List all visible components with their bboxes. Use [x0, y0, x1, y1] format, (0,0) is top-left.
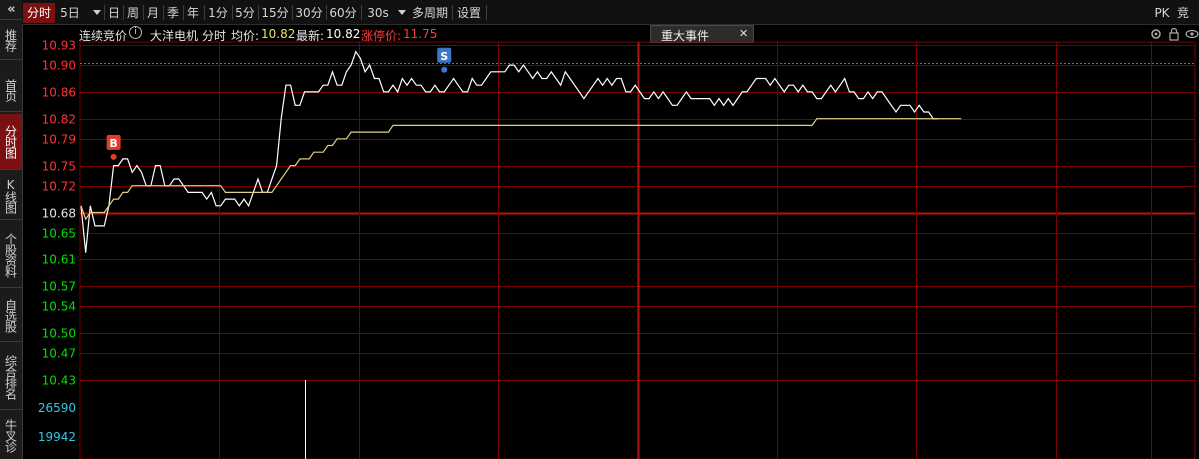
y-tick-label: 10.93 [42, 39, 76, 53]
y-tick-label: 10.79 [42, 133, 76, 147]
y-tick-label: 10.57 [42, 280, 76, 294]
y-tick-label: 10.82 [42, 113, 76, 127]
marker-label: B [109, 137, 117, 150]
y-tick-label: 10.75 [42, 160, 76, 174]
marker-dot [110, 153, 117, 160]
y-tick-label: 10.90 [42, 59, 76, 73]
y-tick-label: 10.50 [42, 327, 76, 341]
y-tick-label: 10.61 [42, 253, 76, 267]
volume-tick-label: 26590 [38, 401, 76, 415]
y-tick-label: 10.68 [42, 207, 76, 221]
y-tick-label: 10.54 [42, 300, 76, 314]
y-tick-label: 10.43 [42, 374, 76, 388]
marker-dot [441, 66, 448, 73]
y-tick-label: 10.47 [42, 347, 76, 361]
marker-label: S [440, 50, 448, 63]
y-tick-label: 10.86 [42, 86, 76, 100]
volume-tick-label: 19942 [38, 430, 76, 444]
y-tick-label: 10.65 [42, 227, 76, 241]
price-line [80, 50, 938, 253]
intraday-chart[interactable]: 10.93 10.90 10.86 10.82 10.79 10.75 10.72 10.68… [0, 0, 1199, 459]
y-tick-label: 10.72 [42, 180, 76, 194]
average-line [80, 118, 962, 221]
